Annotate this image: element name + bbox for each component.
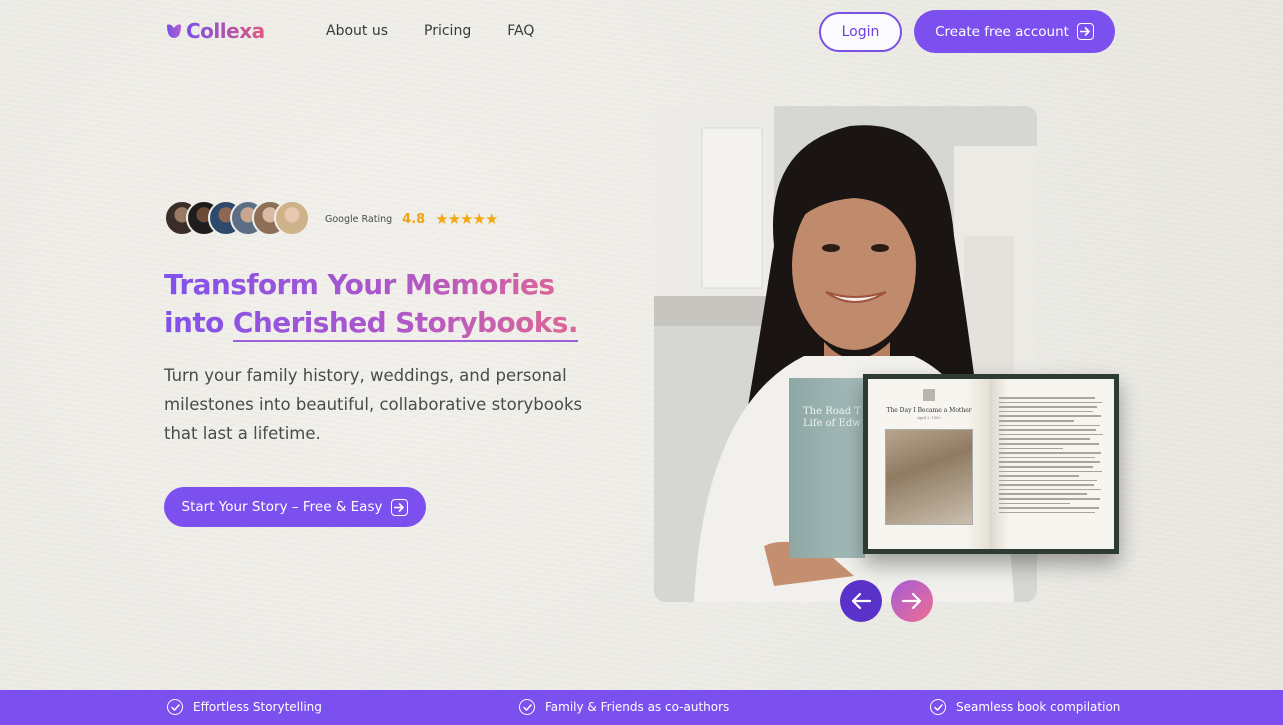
carousel-prev-button[interactable]: [840, 580, 882, 622]
brand-name: Collexa: [186, 19, 265, 43]
book-cover: The Road T Life of Edw: [789, 378, 865, 558]
feature-item: Family & Friends as co-authors: [519, 699, 729, 715]
start-story-label: Start Your Story – Free & Easy: [181, 499, 383, 515]
check-circle-icon: [519, 699, 535, 715]
headline-prefix: into: [164, 306, 224, 339]
rating-value: 4.8: [402, 211, 426, 227]
book-cover-title: The Road T Life of Edw: [803, 406, 861, 429]
start-story-button[interactable]: Start Your Story – Free & Easy: [164, 487, 426, 527]
create-account-button[interactable]: Create free account: [914, 10, 1115, 53]
brand-logo[interactable]: Collexa: [166, 19, 265, 43]
rating-label: Google Rating: [325, 213, 393, 225]
feature-label: Effortless Storytelling: [193, 700, 322, 714]
reviewer-avatars: [164, 200, 310, 236]
feature-label: Family & Friends as co-authors: [545, 700, 730, 714]
nav-faq[interactable]: FAQ: [507, 23, 534, 39]
book-right-page: [991, 379, 1114, 549]
book-photo: [885, 429, 973, 525]
main-nav: About us Pricing FAQ: [326, 23, 534, 39]
feature-item: Seamless book compilation: [930, 699, 1120, 715]
arrow-left-icon: [851, 592, 872, 610]
open-storybook: The Day I Became a Mother April 2, 1983: [863, 374, 1119, 554]
book-left-page: The Day I Became a Mother April 2, 1983: [868, 379, 991, 549]
logo-mark-icon: [167, 24, 181, 38]
hero-headline: Transform Your Memories into Cherished S…: [164, 266, 604, 342]
nav-pricing[interactable]: Pricing: [424, 23, 471, 39]
carousel-next-button[interactable]: [891, 580, 933, 622]
feature-label: Seamless book compilation: [956, 700, 1121, 714]
headline-line-1: Transform Your Memories: [164, 266, 604, 304]
headline-underlined: Cherished Storybooks.: [232, 306, 578, 342]
chapter-date: April 2, 1983: [917, 416, 941, 420]
arrow-right-icon: [901, 592, 922, 610]
login-button-label: Login: [841, 24, 880, 40]
feature-item: Effortless Storytelling: [167, 699, 322, 715]
google-rating: Google Rating 4.8 ★★★★★: [325, 210, 498, 228]
check-circle-icon: [167, 699, 183, 715]
chapter-title: The Day I Became a Mother: [886, 407, 972, 414]
check-circle-icon: [930, 699, 946, 715]
create-account-label: Create free account: [935, 23, 1069, 40]
headline-line-2: into Cherished Storybooks.: [164, 304, 604, 342]
login-button[interactable]: Login: [819, 12, 902, 52]
site-header: Collexa About us Pricing FAQ Login Creat…: [0, 0, 1283, 64]
book-text-block: [999, 397, 1106, 514]
arrow-right-box-icon: [391, 498, 409, 516]
nav-about-us[interactable]: About us: [326, 23, 388, 39]
chapter-number: [923, 389, 935, 401]
hero-subtitle: Turn your family history, weddings, and …: [164, 366, 583, 443]
features-banner: Effortless Storytelling Family & Friends…: [0, 690, 1283, 725]
arrow-right-box-icon: [1076, 23, 1094, 40]
star-icon: ★★★★★: [435, 210, 498, 228]
avatar: [274, 200, 310, 236]
